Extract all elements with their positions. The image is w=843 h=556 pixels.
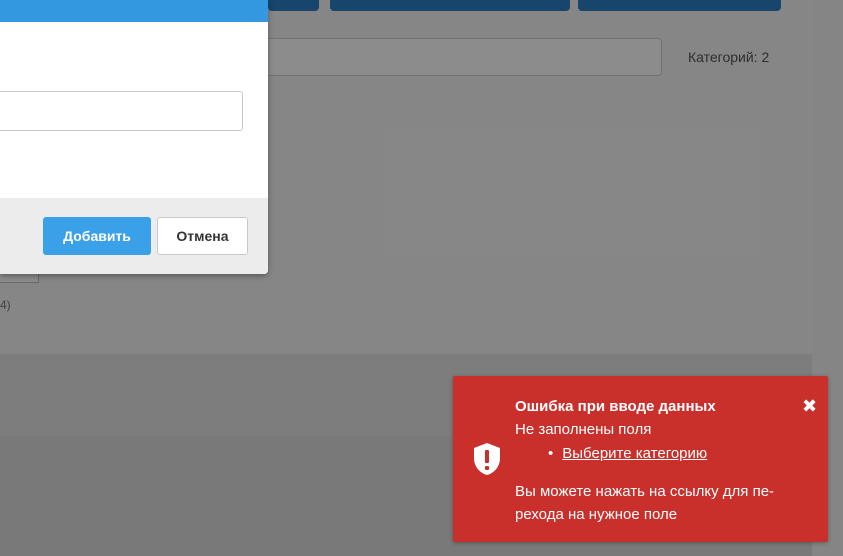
error-toast: ✖ Ошибка при вводе данных Не заполнены п… [453, 376, 828, 542]
add-button[interactable]: Добавить [43, 217, 151, 255]
toast-hint-line-2: рехода на нужное поле [515, 506, 678, 523]
toast-subtitle: Не заполнены поля [515, 421, 652, 438]
shield-alert-icon [474, 443, 500, 475]
toast-hint-line-1: Вы можете нажать на ссылку для пе- [515, 483, 775, 500]
toast-title: Ошибка при вводе данных [515, 398, 716, 415]
list-bullet: • [548, 445, 554, 462]
close-icon[interactable]: ✖ [802, 397, 817, 415]
cancel-button[interactable]: Отмена [157, 217, 248, 255]
missing-fields-list: • Выберите категорию [548, 445, 707, 462]
select-category-link[interactable]: Выберите категорию [562, 445, 707, 462]
add-category-modal: Добавить Отмена [0, 0, 268, 274]
category-name-input[interactable] [0, 91, 243, 131]
toast-hint: Вы можете нажать на ссылку для пе- реход… [515, 480, 805, 526]
modal-header [0, 0, 268, 22]
